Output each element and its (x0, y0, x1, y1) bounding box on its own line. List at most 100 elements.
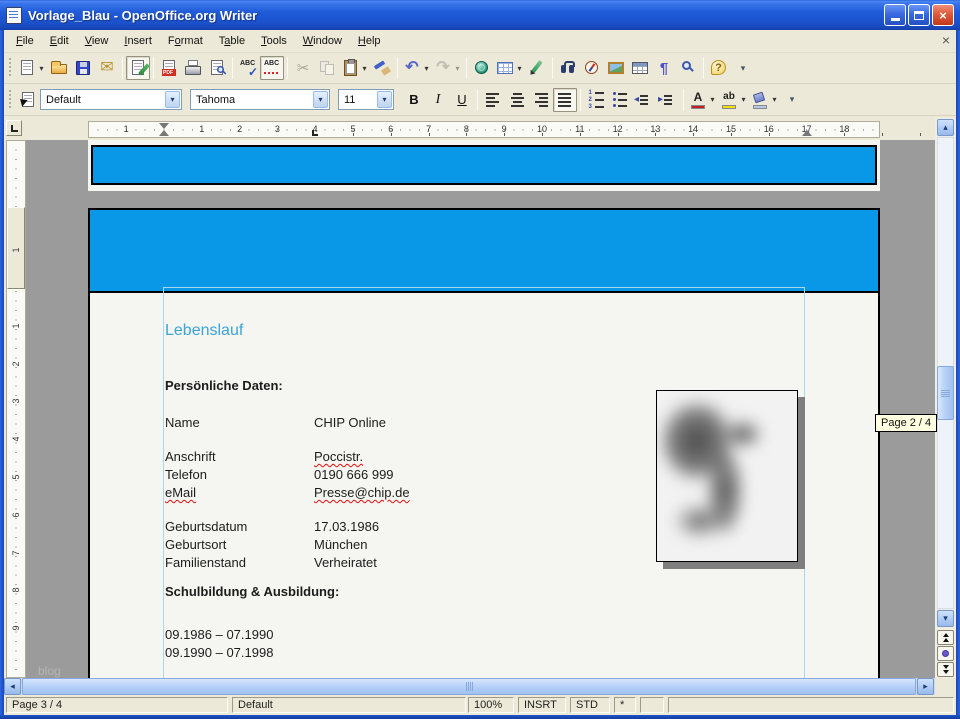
background-color-button[interactable]: ▾ (749, 88, 780, 112)
scroll-down-icon[interactable]: ▾ (937, 610, 954, 627)
previous-page-button[interactable] (937, 630, 954, 645)
document-page-partial[interactable] (88, 140, 880, 191)
increase-indent-button[interactable]: ▸ (656, 88, 680, 112)
info-row[interactable]: eMailPresse@chip.de (165, 484, 410, 502)
align-left-button[interactable] (481, 88, 505, 112)
info-value[interactable]: Verheiratet (314, 555, 377, 570)
menu-file[interactable]: File (8, 32, 42, 50)
auto-spellcheck-button[interactable]: ABC (260, 56, 284, 80)
tab-stop-marker[interactable] (312, 130, 318, 136)
menu-tools[interactable]: Tools (253, 32, 295, 50)
save-button[interactable] (71, 56, 95, 80)
info-value[interactable]: Poccistr. (314, 449, 363, 464)
info-label[interactable]: eMail (165, 484, 314, 502)
toolbar-grip[interactable] (7, 58, 12, 78)
info-label[interactable]: Geburtsdatum (165, 518, 314, 536)
vertical-ruler[interactable]: 1123456789 (6, 140, 26, 678)
draw-functions-button[interactable] (525, 56, 549, 80)
dropdown-arrow-icon[interactable]: ▾ (515, 64, 524, 73)
menu-edit[interactable]: Edit (42, 32, 77, 50)
navigator-button[interactable] (580, 56, 604, 80)
paragraph-styles-button[interactable] (16, 88, 40, 112)
paragraph-style-combo[interactable]: Default▾ (40, 89, 182, 110)
align-center-button[interactable] (505, 88, 529, 112)
minimize-button[interactable] (884, 4, 906, 26)
numbering-button[interactable]: 123 (584, 88, 608, 112)
info-row[interactable]: Telefon0190 666 999 (165, 466, 394, 484)
navigation-button[interactable] (937, 646, 954, 661)
info-value[interactable]: München (314, 537, 367, 552)
copy-button[interactable] (315, 56, 339, 80)
info-row[interactable]: Geburtsdatum17.03.1986 (165, 518, 379, 536)
bold-button[interactable]: B (402, 88, 426, 112)
horizontal-scrollbar[interactable]: ◂ ▸ (4, 678, 935, 695)
paste-button[interactable]: ▾ (339, 56, 370, 80)
dropdown-arrow-icon[interactable]: ▾ (770, 95, 779, 104)
status-modified[interactable]: * (614, 697, 636, 713)
align-right-button[interactable] (529, 88, 553, 112)
status-selection-mode[interactable]: STD (570, 697, 610, 713)
toolbar-grip[interactable] (7, 90, 12, 110)
zoom-button[interactable] (676, 56, 700, 80)
font-size-combo[interactable]: 11▾ (338, 89, 394, 110)
section-personal-data[interactable]: Persönliche Daten: (165, 378, 283, 393)
info-value[interactable]: 17.03.1986 (314, 519, 379, 534)
underline-button[interactable]: U (450, 88, 474, 112)
info-label[interactable]: Telefon (165, 466, 314, 484)
info-value[interactable]: Presse@chip.de (314, 485, 410, 500)
dropdown-arrow-icon[interactable]: ▾ (360, 64, 369, 73)
scroll-right-icon[interactable]: ▸ (917, 678, 934, 695)
font-color-button[interactable]: A▾ (687, 88, 718, 112)
info-row[interactable]: NameCHIP Online (165, 414, 386, 432)
scroll-up-icon[interactable]: ▴ (937, 119, 954, 136)
status-zoom[interactable]: 100% (468, 697, 514, 713)
data-sources-button[interactable] (628, 56, 652, 80)
menu-help[interactable]: Help (350, 32, 389, 50)
export-pdf-button[interactable] (157, 56, 181, 80)
document-page[interactable]: Lebenslauf Persönliche Daten: NameCHIP O… (88, 208, 880, 678)
toolbar-overflow-button[interactable]: ▾ (780, 88, 804, 112)
send-email-button[interactable]: ✉ (95, 56, 119, 80)
scroll-left-icon[interactable]: ◂ (4, 678, 21, 695)
cut-button[interactable]: ✂ (291, 56, 315, 80)
vertical-scroll-thumb[interactable] (937, 366, 954, 420)
menu-window[interactable]: Window (295, 32, 350, 50)
left-indent-marker[interactable] (159, 130, 169, 136)
open-button[interactable] (47, 56, 71, 80)
bullets-button[interactable] (608, 88, 632, 112)
education-line[interactable]: 09.1986 – 07.1990 (165, 626, 273, 644)
dropdown-arrow-icon[interactable]: ▾ (37, 64, 46, 73)
info-row[interactable]: GeburtsortMünchen (165, 536, 367, 554)
highlighting-button[interactable]: ab▾ (718, 88, 749, 112)
right-indent-marker[interactable] (802, 130, 812, 136)
combo-dropdown-icon[interactable]: ▾ (313, 91, 328, 108)
status-page[interactable]: Page 3 / 4 (6, 697, 228, 713)
status-extra[interactable] (640, 697, 664, 713)
menu-view[interactable]: View (77, 32, 117, 50)
vertical-scrollbar[interactable]: ▴ ▾ (935, 118, 956, 678)
info-label[interactable]: Name (165, 414, 314, 432)
horizontal-ruler[interactable]: 1123456789101112131415161718 (88, 121, 880, 138)
close-document-icon[interactable]: × (942, 33, 950, 47)
info-label[interactable]: Anschrift (165, 448, 314, 466)
insert-table-button[interactable]: ▾ (494, 56, 525, 80)
info-label[interactable]: Geburtsort (165, 536, 314, 554)
info-label[interactable]: Familienstand (165, 554, 314, 572)
section-education[interactable]: Schulbildung & Ausbildung: (165, 584, 339, 599)
format-paintbrush-button[interactable] (370, 56, 394, 80)
info-value[interactable]: 0190 666 999 (314, 467, 394, 482)
next-page-button[interactable] (937, 662, 954, 677)
help-button[interactable]: ? (707, 56, 731, 80)
dropdown-arrow-icon[interactable]: ▾ (708, 95, 717, 104)
menu-table[interactable]: Table (211, 32, 253, 50)
combo-dropdown-icon[interactable]: ▾ (165, 91, 180, 108)
hyperlink-button[interactable] (470, 56, 494, 80)
horizontal-scroll-thumb[interactable] (22, 678, 916, 695)
page-preview-button[interactable] (205, 56, 229, 80)
close-button[interactable]: × (932, 4, 954, 26)
info-row[interactable]: AnschriftPoccistr. (165, 448, 363, 466)
dropdown-arrow-icon[interactable]: ▾ (422, 64, 431, 73)
info-row[interactable]: FamilienstandVerheiratet (165, 554, 377, 572)
maximize-button[interactable] (908, 4, 930, 26)
new-document-button[interactable]: ▾ (16, 56, 47, 80)
